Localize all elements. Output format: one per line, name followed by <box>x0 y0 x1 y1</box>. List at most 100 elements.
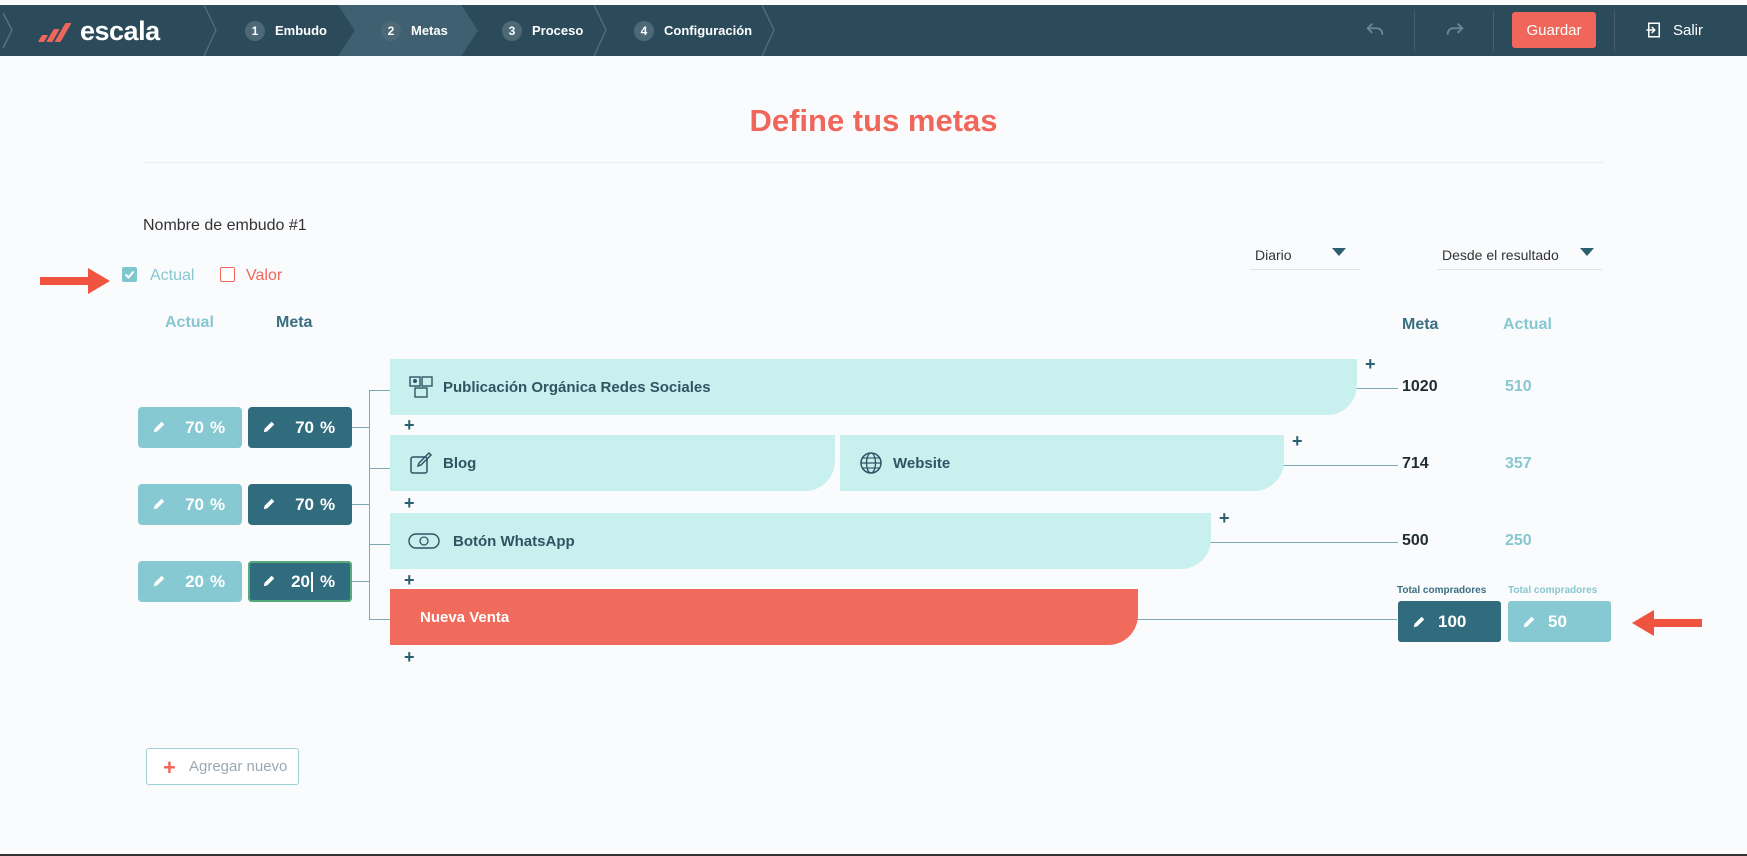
step-label: Metas <box>411 23 448 38</box>
meta-rate-input[interactable]: 70 % <box>248 407 352 448</box>
divider <box>1614 11 1615 51</box>
arrow-right-icon <box>40 268 110 294</box>
rate-unit: % <box>320 571 336 591</box>
stage-bar-organic-social[interactable]: Publicación Orgánica Redes Sociales <box>390 359 1357 415</box>
add-branch-plus-icon[interactable]: + <box>1219 509 1230 527</box>
total-meta-input[interactable]: 100 <box>1398 601 1501 642</box>
connector-line <box>369 390 370 468</box>
connector-line <box>369 468 391 469</box>
connector-line <box>1137 619 1397 620</box>
stage-actual-value: 250 <box>1505 532 1532 549</box>
actual-checkbox-label[interactable]: Actual <box>150 267 194 285</box>
stage-bar-website[interactable]: Website <box>840 435 1284 491</box>
stage-bar-whatsapp[interactable]: Botón WhatsApp <box>390 513 1211 569</box>
rate-value: 70 <box>185 417 204 437</box>
valor-checkbox[interactable] <box>220 267 235 282</box>
stage-label: Botón WhatsApp <box>453 532 575 550</box>
blog-edit-icon <box>410 451 433 474</box>
logo: escala <box>36 13 160 49</box>
rate-unit: % <box>210 494 226 514</box>
total-value: 50 <box>1548 612 1567 631</box>
total-value: 100 <box>1438 612 1467 631</box>
rate-value: 70 <box>185 494 204 514</box>
connector-line <box>352 427 369 428</box>
stage-label: Nueva Venta <box>420 608 510 626</box>
step-label: Embudo <box>275 23 327 38</box>
step-label: Proceso <box>532 23 584 38</box>
connector-line <box>1283 465 1398 466</box>
pencil-icon <box>1413 616 1425 628</box>
step-number: 4 <box>634 20 654 41</box>
add-stage-plus-icon[interactable]: + <box>404 416 415 434</box>
divider <box>1493 11 1494 51</box>
text-cursor <box>311 572 313 592</box>
stage-actual-value: 510 <box>1505 378 1532 395</box>
step-configuracion[interactable]: 4 Configuración <box>634 5 752 56</box>
stage-label: Website <box>893 454 951 472</box>
left-meta-header: Meta <box>276 314 313 331</box>
connector-line <box>369 544 391 545</box>
rate-unit: % <box>210 417 226 437</box>
plus-icon: + <box>163 755 176 780</box>
connector-line <box>352 581 369 582</box>
add-stage-plus-icon[interactable]: + <box>404 648 415 666</box>
add-stage-plus-icon[interactable]: + <box>404 494 415 512</box>
actual-checkbox[interactable] <box>122 267 137 282</box>
total-meta-label: Total compradores <box>1397 585 1487 596</box>
rate-value: 20 <box>185 571 204 591</box>
exit-label: Salir <box>1673 21 1704 39</box>
pencil-icon <box>153 498 165 510</box>
top-bar: escala 1 Embudo 2 Metas 3 Proceso 4 Conf… <box>0 5 1747 56</box>
pencil-icon <box>153 421 165 433</box>
step-number: 2 <box>381 20 401 41</box>
stage-bar-blog[interactable]: Blog <box>390 435 835 491</box>
add-branch-plus-icon[interactable]: + <box>1365 355 1376 373</box>
stage-label: Blog <box>443 454 477 472</box>
chevron-separator-icon <box>761 5 775 56</box>
chevron-separator-icon <box>593 5 607 56</box>
page: escala 1 Embudo 2 Metas 3 Proceso 4 Conf… <box>0 0 1747 856</box>
actual-rate-input[interactable]: 70 % <box>138 484 242 525</box>
whatsapp-button-icon <box>408 533 440 549</box>
caret-down-icon <box>1332 248 1346 256</box>
period-dropdown[interactable]: Diario <box>1250 240 1360 270</box>
chevron-right-icon <box>2 12 13 49</box>
chevron-separator-icon <box>203 5 217 56</box>
add-new-button[interactable]: + Agregar nuevo <box>146 748 299 785</box>
pencil-icon <box>153 575 165 587</box>
connector-line <box>1356 388 1398 389</box>
stage-bar-new-sale[interactable]: Nueva Venta <box>390 589 1138 645</box>
rate-value: 70 <box>295 494 314 514</box>
connector-line <box>369 468 370 544</box>
meta-rate-input[interactable]: 70 % <box>248 484 352 525</box>
undo-icon[interactable] <box>1364 20 1386 42</box>
total-actual-input[interactable]: 50 <box>1508 601 1611 642</box>
step-proceso[interactable]: 3 Proceso <box>502 5 583 56</box>
add-new-label: Agregar nuevo <box>189 758 288 775</box>
meta-rate-input-focused[interactable]: 20 % <box>248 561 352 602</box>
left-actual-header: Actual <box>165 314 214 331</box>
connector-line <box>352 504 369 505</box>
redo-icon[interactable] <box>1444 20 1466 42</box>
save-button[interactable]: Guardar <box>1512 12 1596 48</box>
add-branch-plus-icon[interactable]: + <box>1292 432 1303 450</box>
connector-line <box>1210 542 1398 543</box>
pencil-icon <box>263 498 275 510</box>
direction-dropdown[interactable]: Desde el resultado <box>1437 240 1602 270</box>
step-embudo[interactable]: 1 Embudo <box>245 5 327 56</box>
pencil-icon <box>1523 616 1535 628</box>
arrow-left-icon <box>1632 610 1702 636</box>
actual-rate-input[interactable]: 70 % <box>138 407 242 448</box>
actual-rate-input[interactable]: 20 % <box>138 561 242 602</box>
stage-actual-value: 357 <box>1505 455 1532 472</box>
step-metas[interactable]: 2 Metas <box>381 5 448 56</box>
exit-button[interactable]: Salir <box>1645 15 1703 45</box>
funnel-name: Nombre de embudo #1 <box>143 217 307 234</box>
rate-unit: % <box>320 417 336 437</box>
stage-meta-value: 1020 <box>1402 378 1438 395</box>
valor-checkbox-label[interactable]: Valor <box>246 267 282 285</box>
add-stage-plus-icon[interactable]: + <box>404 571 415 589</box>
pencil-icon <box>263 575 275 587</box>
caret-down-icon <box>1580 248 1594 256</box>
step-number: 3 <box>502 20 522 41</box>
